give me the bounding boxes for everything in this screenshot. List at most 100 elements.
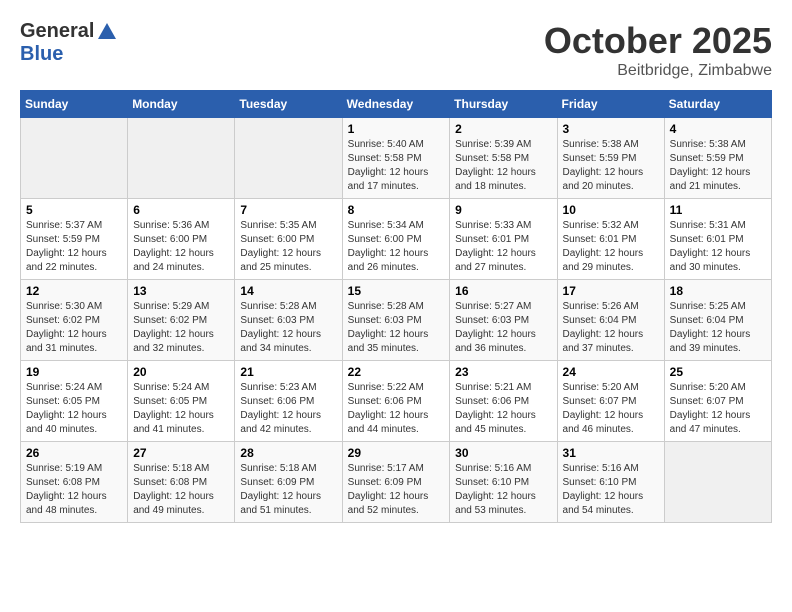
weekday-wednesday: Wednesday bbox=[342, 91, 450, 118]
day-number: 21 bbox=[240, 365, 336, 379]
calendar-week-3: 12 Sunrise: 5:30 AM Sunset: 6:02 PM Dayli… bbox=[21, 280, 772, 361]
day-info: Sunrise: 5:24 AM Sunset: 6:05 PM Dayligh… bbox=[26, 381, 122, 437]
day-number: 4 bbox=[670, 122, 766, 136]
calendar-cell: 12 Sunrise: 5:30 AM Sunset: 6:02 PM Dayli… bbox=[21, 280, 128, 361]
day-number: 1 bbox=[348, 122, 445, 136]
calendar-cell: 26Sunrise: 5:19 AM Sunset: 6:08 PM Dayli… bbox=[21, 442, 128, 523]
page-header: General Blue October 2025 Beitbridge, Zi… bbox=[20, 20, 772, 80]
day-info: Sunrise: 5:28 AM Sunset: 6:03 PM Dayligh… bbox=[240, 300, 336, 356]
title-block: October 2025 Beitbridge, Zimbabwe bbox=[544, 20, 772, 80]
day-number: 18 bbox=[670, 284, 766, 298]
logo-blue-text: Blue bbox=[20, 43, 63, 65]
calendar-cell: 1 Sunrise: 5:40 AM Sunset: 5:58 PM Daylig… bbox=[342, 118, 450, 199]
day-number: 6 bbox=[133, 203, 229, 217]
day-info: Sunrise: 5:25 AM Sunset: 6:04 PM Dayligh… bbox=[670, 300, 766, 356]
day-info: Sunrise: 5:26 AM Sunset: 6:04 PM Dayligh… bbox=[563, 300, 659, 356]
day-number: 20 bbox=[133, 365, 229, 379]
day-number: 8 bbox=[348, 203, 445, 217]
weekday-monday: Monday bbox=[128, 91, 235, 118]
day-number: 11 bbox=[670, 203, 766, 217]
calendar-week-2: 5 Sunrise: 5:37 AM Sunset: 5:59 PM Daylig… bbox=[21, 199, 772, 280]
day-number: 9 bbox=[455, 203, 551, 217]
day-number: 24 bbox=[563, 365, 659, 379]
weekday-tuesday: Tuesday bbox=[235, 91, 342, 118]
day-info: Sunrise: 5:20 AM Sunset: 6:07 PM Dayligh… bbox=[670, 381, 766, 437]
calendar-cell: 6Sunrise: 5:36 AM Sunset: 6:00 PM Daylig… bbox=[128, 199, 235, 280]
location-title: Beitbridge, Zimbabwe bbox=[544, 62, 772, 80]
day-number: 25 bbox=[670, 365, 766, 379]
day-info: Sunrise: 5:33 AM Sunset: 6:01 PM Dayligh… bbox=[455, 219, 551, 275]
calendar-cell bbox=[21, 118, 128, 199]
day-info: Sunrise: 5:38 AM Sunset: 5:59 PM Dayligh… bbox=[563, 138, 659, 194]
calendar-cell: 9 Sunrise: 5:33 AM Sunset: 6:01 PM Daylig… bbox=[450, 199, 557, 280]
day-number: 13 bbox=[133, 284, 229, 298]
day-info: Sunrise: 5:32 AM Sunset: 6:01 PM Dayligh… bbox=[563, 219, 659, 275]
calendar-cell: 20 Sunrise: 5:24 AM Sunset: 6:05 PM Dayli… bbox=[128, 361, 235, 442]
day-number: 16 bbox=[455, 284, 551, 298]
calendar-cell: 22 Sunrise: 5:22 AM Sunset: 6:06 PM Dayli… bbox=[342, 361, 450, 442]
day-number: 30 bbox=[455, 446, 551, 460]
day-info: Sunrise: 5:37 AM Sunset: 5:59 PM Dayligh… bbox=[26, 219, 122, 275]
day-info: Sunrise: 5:34 AM Sunset: 6:00 PM Dayligh… bbox=[348, 219, 445, 275]
calendar-table: SundayMondayTuesdayWednesdayThursdayFrid… bbox=[20, 90, 772, 523]
day-info: Sunrise: 5:38 AM Sunset: 5:59 PM Dayligh… bbox=[670, 138, 766, 194]
calendar-cell: 2 Sunrise: 5:39 AM Sunset: 5:58 PM Daylig… bbox=[450, 118, 557, 199]
calendar-week-4: 19 Sunrise: 5:24 AM Sunset: 6:05 PM Dayli… bbox=[21, 361, 772, 442]
day-info: Sunrise: 5:29 AM Sunset: 6:02 PM Dayligh… bbox=[133, 300, 229, 356]
weekday-sunday: Sunday bbox=[21, 91, 128, 118]
calendar-cell: 21 Sunrise: 5:23 AM Sunset: 6:06 PM Dayli… bbox=[235, 361, 342, 442]
day-info: Sunrise: 5:17 AM Sunset: 6:09 PM Dayligh… bbox=[348, 462, 445, 518]
logo-general-text: General bbox=[20, 20, 94, 43]
calendar-cell: 10Sunrise: 5:32 AM Sunset: 6:01 PM Dayli… bbox=[557, 199, 664, 280]
weekday-friday: Friday bbox=[557, 91, 664, 118]
month-title: October 2025 bbox=[544, 20, 772, 62]
day-info: Sunrise: 5:20 AM Sunset: 6:07 PM Dayligh… bbox=[563, 381, 659, 437]
day-number: 5 bbox=[26, 203, 122, 217]
day-info: Sunrise: 5:39 AM Sunset: 5:58 PM Dayligh… bbox=[455, 138, 551, 194]
calendar-week-5: 26Sunrise: 5:19 AM Sunset: 6:08 PM Dayli… bbox=[21, 442, 772, 523]
calendar-cell: 25 Sunrise: 5:20 AM Sunset: 6:07 PM Dayli… bbox=[664, 361, 771, 442]
calendar-cell: 14Sunrise: 5:28 AM Sunset: 6:03 PM Dayli… bbox=[235, 280, 342, 361]
day-info: Sunrise: 5:40 AM Sunset: 5:58 PM Dayligh… bbox=[348, 138, 445, 194]
day-info: Sunrise: 5:35 AM Sunset: 6:00 PM Dayligh… bbox=[240, 219, 336, 275]
day-number: 28 bbox=[240, 446, 336, 460]
calendar-cell: 24 Sunrise: 5:20 AM Sunset: 6:07 PM Dayli… bbox=[557, 361, 664, 442]
calendar-cell: 27Sunrise: 5:18 AM Sunset: 6:08 PM Dayli… bbox=[128, 442, 235, 523]
calendar-cell: 4 Sunrise: 5:38 AM Sunset: 5:59 PM Daylig… bbox=[664, 118, 771, 199]
calendar-cell: 18 Sunrise: 5:25 AM Sunset: 6:04 PM Dayli… bbox=[664, 280, 771, 361]
day-info: Sunrise: 5:30 AM Sunset: 6:02 PM Dayligh… bbox=[26, 300, 122, 356]
calendar-cell bbox=[235, 118, 342, 199]
calendar-cell: 3Sunrise: 5:38 AM Sunset: 5:59 PM Daylig… bbox=[557, 118, 664, 199]
calendar-cell: 30 Sunrise: 5:16 AM Sunset: 6:10 PM Dayli… bbox=[450, 442, 557, 523]
day-number: 29 bbox=[348, 446, 445, 460]
calendar-cell: 7 Sunrise: 5:35 AM Sunset: 6:00 PM Daylig… bbox=[235, 199, 342, 280]
day-number: 15 bbox=[348, 284, 445, 298]
calendar-cell: 8 Sunrise: 5:34 AM Sunset: 6:00 PM Daylig… bbox=[342, 199, 450, 280]
calendar-cell: 19 Sunrise: 5:24 AM Sunset: 6:05 PM Dayli… bbox=[21, 361, 128, 442]
day-number: 7 bbox=[240, 203, 336, 217]
weekday-saturday: Saturday bbox=[664, 91, 771, 118]
calendar-cell: 31 Sunrise: 5:16 AM Sunset: 6:10 PM Dayli… bbox=[557, 442, 664, 523]
calendar-cell: 16Sunrise: 5:27 AM Sunset: 6:03 PM Dayli… bbox=[450, 280, 557, 361]
calendar-cell: 23 Sunrise: 5:21 AM Sunset: 6:06 PM Dayli… bbox=[450, 361, 557, 442]
day-number: 27 bbox=[133, 446, 229, 460]
day-info: Sunrise: 5:23 AM Sunset: 6:06 PM Dayligh… bbox=[240, 381, 336, 437]
day-number: 2 bbox=[455, 122, 551, 136]
day-number: 19 bbox=[26, 365, 122, 379]
weekday-header-row: SundayMondayTuesdayWednesdayThursdayFrid… bbox=[21, 91, 772, 118]
day-info: Sunrise: 5:16 AM Sunset: 6:10 PM Dayligh… bbox=[455, 462, 551, 518]
day-info: Sunrise: 5:24 AM Sunset: 6:05 PM Dayligh… bbox=[133, 381, 229, 437]
day-number: 23 bbox=[455, 365, 551, 379]
logo: General Blue bbox=[20, 20, 118, 66]
calendar-cell: 15 Sunrise: 5:28 AM Sunset: 6:03 PM Dayli… bbox=[342, 280, 450, 361]
day-info: Sunrise: 5:21 AM Sunset: 6:06 PM Dayligh… bbox=[455, 381, 551, 437]
day-info: Sunrise: 5:28 AM Sunset: 6:03 PM Dayligh… bbox=[348, 300, 445, 356]
day-info: Sunrise: 5:22 AM Sunset: 6:06 PM Dayligh… bbox=[348, 381, 445, 437]
day-number: 22 bbox=[348, 365, 445, 379]
day-info: Sunrise: 5:16 AM Sunset: 6:10 PM Dayligh… bbox=[563, 462, 659, 518]
calendar-body: 1 Sunrise: 5:40 AM Sunset: 5:58 PM Daylig… bbox=[21, 118, 772, 523]
day-number: 31 bbox=[563, 446, 659, 460]
day-number: 12 bbox=[26, 284, 122, 298]
logo-icon bbox=[96, 21, 118, 43]
calendar-cell: 29 Sunrise: 5:17 AM Sunset: 6:09 PM Dayli… bbox=[342, 442, 450, 523]
